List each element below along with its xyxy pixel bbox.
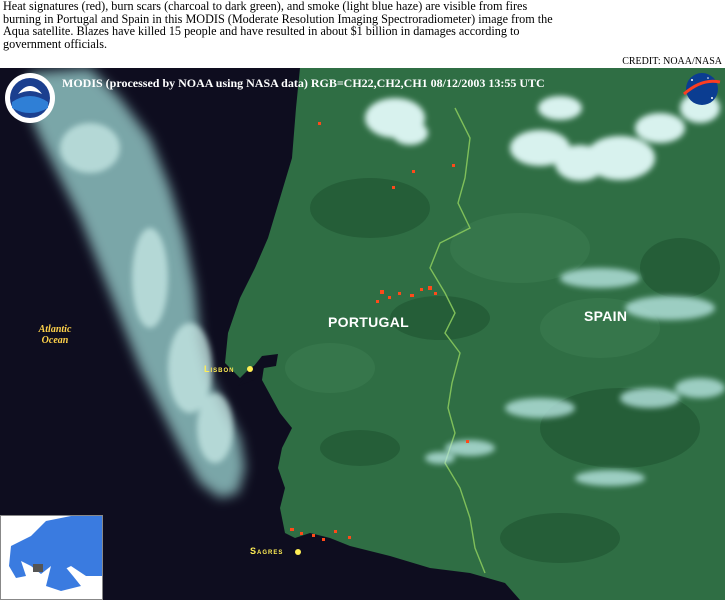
satellite-image	[0, 68, 725, 600]
noaa-logo-icon	[4, 72, 56, 124]
country-label-spain: SPAIN	[584, 308, 628, 324]
nasa-logo-icon	[682, 72, 722, 106]
city-label-sagres: Sagres	[250, 546, 284, 556]
city-marker-lisbon	[247, 366, 253, 372]
credit-text: CREDIT: NOAA/NASA	[622, 56, 722, 67]
europe-locator-map	[0, 515, 103, 600]
country-label-portugal: PORTUGAL	[328, 314, 409, 330]
caption-text: Heat signatures (red), burn scars (charc…	[3, 0, 553, 51]
city-label-lisbon: Lisbon	[204, 364, 235, 374]
city-marker-sagres	[295, 549, 301, 555]
image-header: MODIS (processed by NOAA using NASA data…	[62, 76, 545, 90]
ocean-label: Atlantic Ocean	[38, 324, 72, 346]
